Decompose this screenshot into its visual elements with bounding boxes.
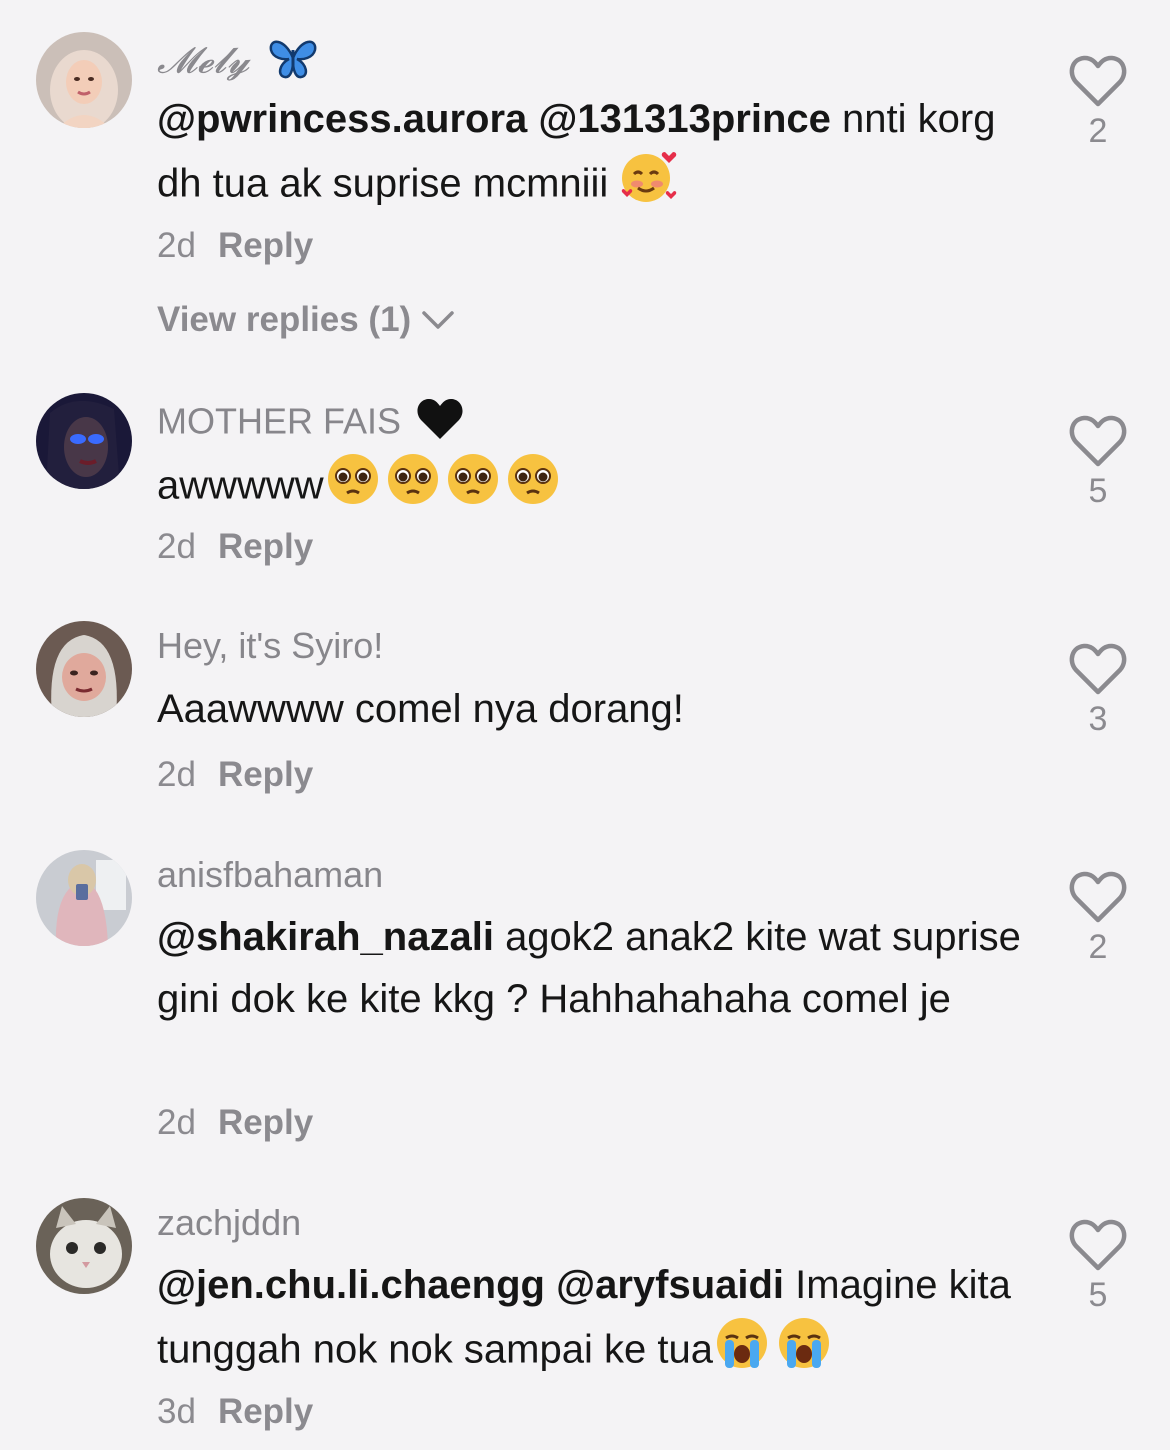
comment-body-text: Aaawwww comel nya dorang! [157,687,684,731]
like-count: 5 [1088,472,1108,510]
like-count: 2 [1088,928,1108,966]
username-text: MOTHER FAIS [157,400,402,442]
butterfly-icon [267,36,319,91]
reply-button[interactable]: Reply [218,527,313,566]
username[interactable]: Hey, it's Syiro! [157,624,383,668]
reply-button[interactable]: Reply [218,226,313,265]
username-text: anisfbahaman [157,854,384,895]
mention-link[interactable]: @shakirah_nazali [157,915,494,959]
comment-meta: 2d Reply [157,226,313,266]
black-heart-icon [415,396,465,452]
reply-button[interactable]: Reply [218,1103,313,1142]
reply-button[interactable]: Reply [218,1392,313,1431]
heart-outline-icon [1068,1218,1128,1272]
heart-outline-icon [1068,414,1128,468]
comment-text: @pwrincess.aurora @131313prince nnti kor… [157,88,1027,222]
comment-text: @jen.chu.li.chaengg @aryfsuaidi Imagine … [157,1254,1027,1388]
comment-meta: 2d Reply [157,1103,313,1143]
comment-meta: 2d Reply [157,527,313,567]
like-button[interactable]: 5 [1068,414,1128,511]
mention-link[interactable]: @pwrincess.aurora [157,97,527,141]
comment-time: 2d [157,1103,196,1142]
comment-text: Aaawwww comel nya dorang! [157,678,1027,740]
smiling-face-with-hearts-icon [619,150,677,222]
view-replies-button[interactable]: View replies (1) [157,300,455,340]
pleading-face-icon [444,452,502,524]
username-text: 𝓜𝓮𝓵𝔂 [157,40,250,82]
view-replies-label: View replies (1) [157,300,412,339]
like-button[interactable]: 2 [1068,870,1128,967]
username[interactable]: 𝓜𝓮𝓵𝔂 [157,36,319,91]
loudly-crying-face-icon [775,1316,833,1388]
comment-body-text: awwwww [157,463,324,508]
comment-time: 3d [157,1392,196,1431]
like-count: 2 [1088,112,1108,150]
like-count: 5 [1088,1276,1108,1314]
comment-text: awwwww [157,452,1027,524]
avatar[interactable] [36,621,132,717]
mention-link[interactable]: @131313prince [538,97,831,141]
pleading-face-icon [504,452,562,524]
avatar[interactable] [36,1198,132,1294]
reply-button[interactable]: Reply [218,755,313,794]
username-text: Hey, it's Syiro! [157,625,384,666]
like-count: 3 [1088,700,1108,738]
loudly-crying-face-icon [713,1316,771,1388]
pleading-face-icon [384,452,442,524]
mention-link[interactable]: @aryfsuaidi [556,1263,784,1307]
like-button[interactable]: 2 [1068,54,1128,151]
username[interactable]: MOTHER FAIS [157,396,465,452]
username[interactable]: zachjddn [157,1201,301,1245]
comment-meta: 3d Reply [157,1392,313,1432]
comment-time: 2d [157,527,196,566]
heart-outline-icon [1068,870,1128,924]
comment-time: 2d [157,226,196,265]
pleading-face-icon [324,452,382,524]
username-text: zachjddn [157,1202,302,1243]
heart-outline-icon [1068,54,1128,108]
comment-time: 2d [157,755,196,794]
like-button[interactable]: 5 [1068,1218,1128,1315]
comment-meta: 2d Reply [157,755,313,795]
username[interactable]: anisfbahaman [157,853,383,897]
avatar[interactable] [36,32,132,128]
avatar[interactable] [36,393,132,489]
heart-outline-icon [1068,642,1128,696]
mention-link[interactable]: @jen.chu.li.chaengg [157,1263,545,1307]
chevron-down-icon [421,300,455,340]
like-button[interactable]: 3 [1068,642,1128,739]
comment-text: @shakirah_nazali agok2 anak2 kite wat su… [157,906,1027,1030]
avatar[interactable] [36,850,132,946]
